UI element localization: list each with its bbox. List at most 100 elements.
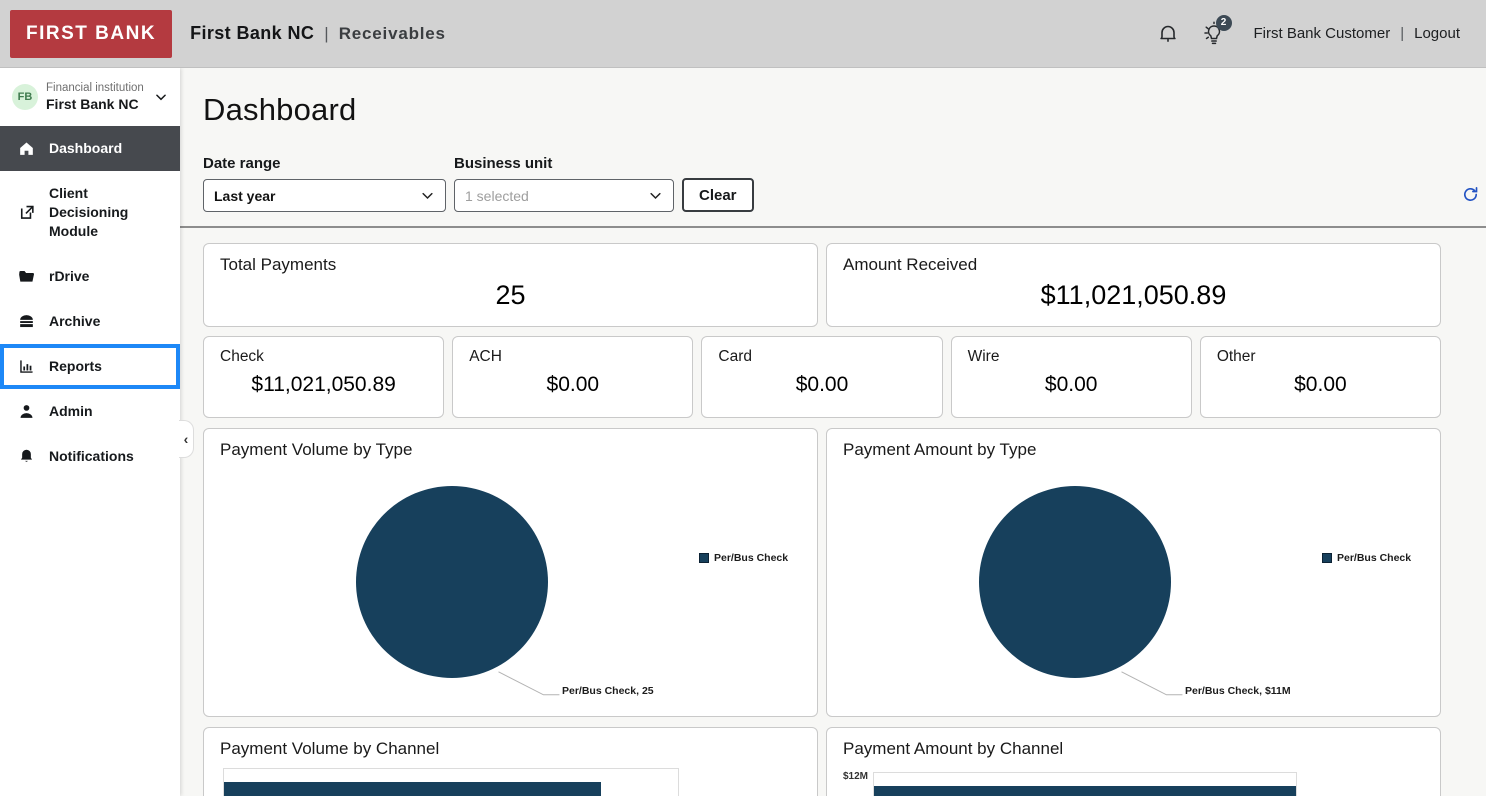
- pie-data-label: Per/Bus Check, 25: [562, 685, 654, 697]
- chart-legend: Per/Bus Check: [1322, 552, 1411, 564]
- user-divider: |: [1400, 25, 1404, 42]
- chevron-left-icon: ‹: [184, 431, 189, 447]
- avatar: FB: [12, 84, 38, 110]
- card-value: $0.00: [1217, 373, 1424, 397]
- card-value: 25: [220, 280, 801, 311]
- bar-chart-icon: [17, 357, 36, 376]
- sidebar-item-label: Notifications: [49, 447, 134, 466]
- amount-received-card: Amount Received $11,021,050.89: [826, 243, 1441, 327]
- ach-card: ACH $0.00: [452, 336, 693, 418]
- refresh-icon[interactable]: [1461, 185, 1480, 204]
- business-unit-select[interactable]: 1 selected: [454, 179, 674, 212]
- chart-title: Payment Amount by Channel: [843, 739, 1424, 759]
- date-range-value: Last year: [214, 188, 275, 204]
- sidebar-item-label: Reports: [49, 357, 102, 376]
- card-label: Other: [1217, 348, 1424, 366]
- financial-institution-label: Financial institution: [46, 82, 144, 94]
- user-icon: [17, 402, 36, 421]
- card-label: Total Payments: [220, 255, 801, 275]
- sidebar-item-client-decisioning-module[interactable]: Client Decisioning Module: [0, 171, 180, 254]
- chart-title: Payment Amount by Type: [843, 440, 1424, 460]
- institution-name: First Bank NC: [190, 23, 314, 44]
- home-icon: [17, 139, 36, 158]
- brand-divider: |: [324, 24, 328, 44]
- sidebar-item-label: Dashboard: [49, 139, 122, 158]
- user-name: First Bank Customer: [1254, 25, 1391, 42]
- card-value: $0.00: [718, 373, 925, 397]
- date-range-label: Date range: [203, 155, 446, 172]
- card-label: Card: [718, 348, 925, 366]
- clear-button[interactable]: Clear: [682, 178, 754, 212]
- date-range-select[interactable]: Last year: [203, 179, 446, 212]
- chevron-down-icon: [420, 188, 435, 203]
- business-unit-value: 1 selected: [465, 188, 529, 204]
- breadcrumb: First Bank NC | Receivables: [190, 23, 446, 44]
- section-divider: [180, 226, 1486, 228]
- sidebar-item-label: rDrive: [49, 267, 89, 286]
- app-header: FIRST BANK First Bank NC | Receivables 2…: [0, 0, 1486, 68]
- plot-area: [223, 768, 679, 796]
- sidebar-item-admin[interactable]: Admin: [0, 389, 180, 434]
- filter-bar: Date range Last year Business unit 1 sel…: [203, 155, 1441, 212]
- pie-slice-per-bus-check[interactable]: [979, 486, 1171, 678]
- product-name: Receivables: [339, 24, 446, 44]
- card-label: ACH: [469, 348, 676, 366]
- payment-volume-by-channel-chart: Payment Volume by Channel: [203, 727, 818, 796]
- archive-icon: [17, 312, 36, 331]
- payment-amount-by-channel-chart: Payment Amount by Channel $12M: [826, 727, 1441, 796]
- legend-swatch: [699, 553, 709, 563]
- card-value: $0.00: [968, 373, 1175, 397]
- horizontal-bar[interactable]: [224, 782, 601, 796]
- page-title: Dashboard: [203, 92, 1441, 128]
- card-label: Wire: [968, 348, 1175, 366]
- insights-lightbulb-icon[interactable]: 2: [1200, 19, 1228, 49]
- insights-badge: 2: [1216, 15, 1232, 31]
- sidebar-item-notifications[interactable]: Notifications: [0, 434, 180, 479]
- pie-data-label: Per/Bus Check, $11M: [1185, 685, 1291, 697]
- y-axis-tick: $12M: [843, 771, 868, 782]
- logout-link[interactable]: Logout: [1414, 25, 1460, 42]
- chevron-down-icon: [648, 188, 663, 203]
- pie-slice-per-bus-check[interactable]: [356, 486, 548, 678]
- sidebar: FB Financial institution First Bank NC D…: [0, 68, 180, 796]
- sidebar-item-label: Admin: [49, 402, 93, 421]
- chart-legend: Per/Bus Check: [699, 552, 788, 564]
- sidebar-item-dashboard[interactable]: Dashboard: [0, 126, 180, 171]
- financial-institution-selector[interactable]: FB Financial institution First Bank NC: [0, 68, 180, 126]
- sidebar-item-archive[interactable]: Archive: [0, 299, 180, 344]
- legend-label: Per/Bus Check: [1337, 552, 1411, 564]
- sidebar-collapse-button[interactable]: ‹: [179, 420, 194, 458]
- financial-institution-name: First Bank NC: [46, 96, 144, 112]
- chart-title: Payment Volume by Type: [220, 440, 801, 460]
- other-card: Other $0.00: [1200, 336, 1441, 418]
- wire-card: Wire $0.00: [951, 336, 1192, 418]
- legend-label: Per/Bus Check: [714, 552, 788, 564]
- bell-icon[interactable]: [1156, 22, 1180, 46]
- external-link-icon: [17, 203, 36, 222]
- chevron-down-icon: [154, 90, 168, 104]
- check-card: Check $11,021,050.89: [203, 336, 444, 418]
- plot-area: [873, 772, 1297, 796]
- bell-icon: [17, 447, 36, 466]
- business-unit-label: Business unit: [454, 155, 674, 172]
- folder-icon: [17, 267, 36, 286]
- sidebar-item-label: Archive: [49, 312, 100, 331]
- card-card: Card $0.00: [701, 336, 942, 418]
- total-payments-card: Total Payments 25: [203, 243, 818, 327]
- payment-volume-by-type-chart: Payment Volume by Type Per/Bus Check, 25…: [203, 428, 818, 717]
- first-bank-logo: FIRST BANK: [10, 10, 172, 58]
- payment-amount-by-type-chart: Payment Amount by Type Per/Bus Check, $1…: [826, 428, 1441, 717]
- chart-title: Payment Volume by Channel: [220, 739, 801, 759]
- card-value: $11,021,050.89: [220, 373, 427, 397]
- sidebar-item-reports[interactable]: Reports: [0, 344, 180, 389]
- sidebar-item-rdrive[interactable]: rDrive: [0, 254, 180, 299]
- card-value: $11,021,050.89: [843, 280, 1424, 311]
- card-value: $0.00: [469, 373, 676, 397]
- card-label: Amount Received: [843, 255, 1424, 275]
- card-label: Check: [220, 348, 427, 366]
- sidebar-item-label: Client Decisioning Module: [49, 184, 168, 241]
- legend-swatch: [1322, 553, 1332, 563]
- horizontal-bar[interactable]: [874, 786, 1296, 796]
- sidebar-nav: Dashboard Client Decisioning Module rDri…: [0, 126, 180, 479]
- main-content: Dashboard Date range Last year Business …: [180, 68, 1486, 796]
